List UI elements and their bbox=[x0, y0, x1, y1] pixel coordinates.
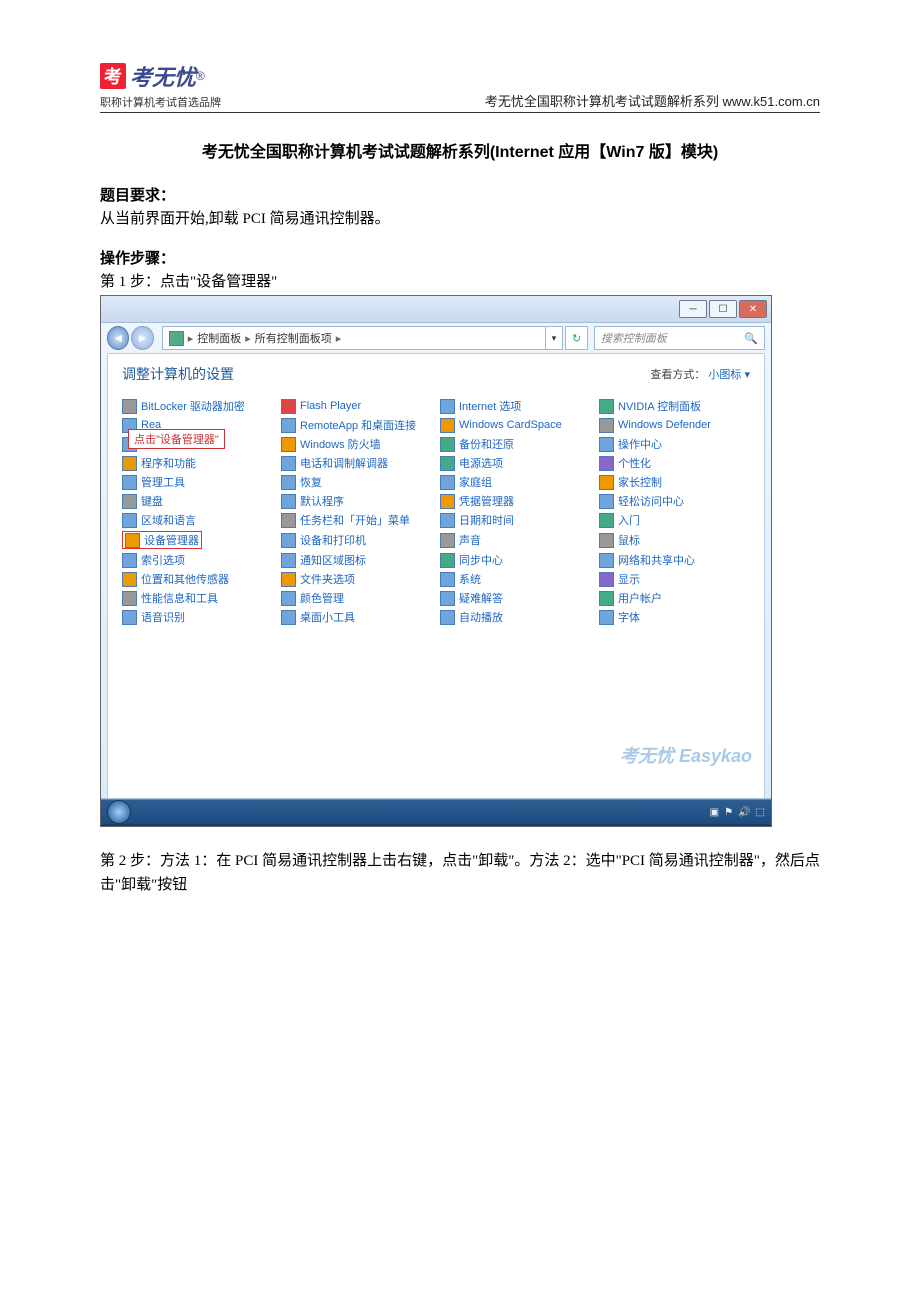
cp-item-default-programs[interactable]: 默认程序 bbox=[281, 493, 432, 509]
system-tray[interactable]: ▣ ⚑ 🔊 ⬚ bbox=[710, 807, 765, 818]
breadcrumb[interactable]: ▸ 控制面板 ▸ 所有控制面板项 ▸ bbox=[162, 326, 546, 350]
cp-item-indexing[interactable]: 索引选项 bbox=[122, 552, 273, 568]
cp-item-color-mgmt[interactable]: 颜色管理 bbox=[281, 590, 432, 606]
cp-item-date-time[interactable]: 日期和时间 bbox=[440, 512, 591, 528]
minimize-button[interactable]: ─ bbox=[679, 300, 707, 318]
watermark: 考无忧 Easykao bbox=[620, 742, 752, 768]
cp-item-getting-started[interactable]: 入门 bbox=[599, 512, 750, 528]
cp-main-title: 调整计算机的设置 bbox=[122, 364, 234, 384]
step1-text: 第 1 步：点击"设备管理器" bbox=[100, 270, 820, 291]
cp-item-bitlocker[interactable]: BitLocker 驱动器加密 bbox=[122, 398, 273, 414]
tray-icon[interactable]: ⬚ bbox=[756, 807, 765, 818]
tray-icon[interactable]: 🔊 bbox=[738, 807, 750, 818]
control-panel-body: 点击"设备管理器" 调整计算机的设置 查看方式： 小图标 ▾ BitLocker… bbox=[107, 353, 765, 805]
cp-item-recovery[interactable]: 恢复 bbox=[281, 474, 432, 490]
start-button[interactable] bbox=[107, 800, 131, 824]
back-button[interactable]: ◄ bbox=[107, 326, 129, 350]
address-bar: ◄ ► ▸ 控制面板 ▸ 所有控制面板项 ▸ ▾ ↻ 搜索控制面板 🔍 bbox=[101, 323, 771, 353]
requirement-label: 题目要求： bbox=[100, 184, 820, 205]
cp-item-personalize[interactable]: 个性化 bbox=[599, 455, 750, 471]
tray-icon[interactable]: ▣ bbox=[710, 807, 719, 818]
cp-item-folder-options[interactable]: 文件夹选项 bbox=[281, 571, 432, 587]
logo-icon: 考 bbox=[100, 63, 126, 89]
cp-item-flash[interactable]: Flash Player bbox=[281, 398, 432, 414]
search-icon: 🔍 bbox=[744, 332, 758, 345]
cp-item-parental[interactable]: 家长控制 bbox=[599, 474, 750, 490]
cp-item-troubleshoot[interactable]: 疑难解答 bbox=[440, 590, 591, 606]
cp-item-action-center[interactable]: 操作中心 bbox=[599, 436, 750, 452]
cp-item-device-manager[interactable]: 设备管理器 bbox=[122, 531, 273, 549]
cp-item-backup[interactable]: 备份和还原 bbox=[440, 436, 591, 452]
path-dropdown-button[interactable]: ▾ bbox=[546, 326, 564, 350]
cp-item-speech[interactable]: 语音识别 bbox=[122, 609, 273, 625]
maximize-button[interactable]: ☐ bbox=[709, 300, 737, 318]
cp-item-power[interactable]: 电源选项 bbox=[440, 455, 591, 471]
logo-reg: ® bbox=[196, 69, 205, 83]
control-panel-items-grid: BitLocker 驱动器加密 Flash Player Internet 选项… bbox=[108, 390, 764, 625]
cp-item-defender[interactable]: Windows Defender bbox=[599, 417, 750, 433]
cp-item-autoplay[interactable]: 自动播放 bbox=[440, 609, 591, 625]
cp-item-modem[interactable]: 电话和调制解调器 bbox=[281, 455, 432, 471]
cp-item-user-accounts[interactable]: 用户帐户 bbox=[599, 590, 750, 606]
cp-item-sync-center[interactable]: 同步中心 bbox=[440, 552, 591, 568]
cp-item-ease-of-access[interactable]: 轻松访问中心 bbox=[599, 493, 750, 509]
cp-item-remoteapp[interactable]: RemoteApp 和桌面连接 bbox=[281, 417, 432, 433]
cp-item-credentials[interactable]: 凭据管理器 bbox=[440, 493, 591, 509]
cp-item-nvidia[interactable]: NVIDIA 控制面板 bbox=[599, 398, 750, 414]
logo-text: 考无忧 bbox=[130, 60, 196, 92]
window-titlebar: ─ ☐ ✕ bbox=[101, 296, 771, 323]
page-header: 考 考无忧 ® 职称计算机考试首选品牌 考无忧全国职称计算机考试试题解析系列 w… bbox=[100, 60, 820, 113]
requirement-text: 从当前界面开始,卸载 PCI 简易通讯控制器。 bbox=[100, 207, 820, 231]
control-panel-screenshot: ─ ☐ ✕ ◄ ► ▸ 控制面板 ▸ 所有控制面板项 ▸ ▾ ↻ 搜索控制面板 … bbox=[100, 295, 772, 827]
view-mode-link[interactable]: 小图标 ▾ bbox=[708, 369, 750, 381]
tray-icon[interactable]: ⚑ bbox=[724, 807, 733, 818]
logo-block: 考 考无忧 ® 职称计算机考试首选品牌 bbox=[100, 60, 221, 110]
cp-item-desktop-gadgets[interactable]: 桌面小工具 bbox=[281, 609, 432, 625]
cp-item-sound[interactable]: 声音 bbox=[440, 531, 591, 549]
breadcrumb-icon bbox=[169, 331, 184, 346]
search-input[interactable]: 搜索控制面板 🔍 bbox=[594, 326, 765, 350]
cp-item-fonts[interactable]: 字体 bbox=[599, 609, 750, 625]
cp-item-system[interactable]: 系统 bbox=[440, 571, 591, 587]
taskbar[interactable]: ▣ ⚑ 🔊 ⬚ bbox=[101, 798, 771, 826]
steps-label: 操作步骤： bbox=[100, 247, 820, 268]
cp-item-mouse[interactable]: 鼠标 bbox=[599, 531, 750, 549]
cp-item-notification-icons[interactable]: 通知区域图标 bbox=[281, 552, 432, 568]
cp-item-devices-printers[interactable]: 设备和打印机 bbox=[281, 531, 432, 549]
cp-item-internet-options[interactable]: Internet 选项 bbox=[440, 398, 591, 414]
view-mode-selector[interactable]: 查看方式： 小图标 ▾ bbox=[650, 366, 750, 382]
cp-item-admin-tools[interactable]: 管理工具 bbox=[122, 474, 273, 490]
cp-item-firewall[interactable]: Windows 防火墙 bbox=[281, 436, 432, 452]
search-placeholder: 搜索控制面板 bbox=[601, 330, 667, 346]
forward-button[interactable]: ► bbox=[131, 326, 153, 350]
cp-item-location-sensors[interactable]: 位置和其他传感器 bbox=[122, 571, 273, 587]
close-button[interactable]: ✕ bbox=[739, 300, 767, 318]
cp-item-network-sharing[interactable]: 网络和共享中心 bbox=[599, 552, 750, 568]
cp-item-region[interactable]: 区域和语言 bbox=[122, 512, 273, 528]
refresh-button[interactable]: ↻ bbox=[565, 326, 587, 350]
cp-item-homegroup[interactable]: 家庭组 bbox=[440, 474, 591, 490]
cp-item-programs[interactable]: 程序和功能 bbox=[122, 455, 273, 471]
callout-tooltip: 点击"设备管理器" bbox=[128, 429, 225, 449]
step2-text: 第 2 步：方法 1：在 PCI 简易通讯控制器上击右键，点击"卸载"。方法 2… bbox=[100, 849, 820, 897]
cp-item-display[interactable]: 显示 bbox=[599, 571, 750, 587]
cp-item-keyboard[interactable]: 键盘 bbox=[122, 493, 273, 509]
header-series-text: 考无忧全国职称计算机考试试题解析系列 www.k51.com.cn bbox=[485, 91, 820, 110]
cp-item-cardspace[interactable]: Windows CardSpace bbox=[440, 417, 591, 433]
cp-item-taskbar-start[interactable]: 任务栏和「开始」菜单 bbox=[281, 512, 432, 528]
page-title: 考无忧全国职称计算机考试试题解析系列(Internet 应用【Win7 版】模块… bbox=[100, 138, 820, 162]
breadcrumb-item[interactable]: 所有控制面板项 bbox=[255, 330, 332, 346]
breadcrumb-item[interactable]: 控制面板 bbox=[197, 330, 241, 346]
cp-item-performance[interactable]: 性能信息和工具 bbox=[122, 590, 273, 606]
logo-subtitle: 职称计算机考试首选品牌 bbox=[100, 94, 221, 110]
